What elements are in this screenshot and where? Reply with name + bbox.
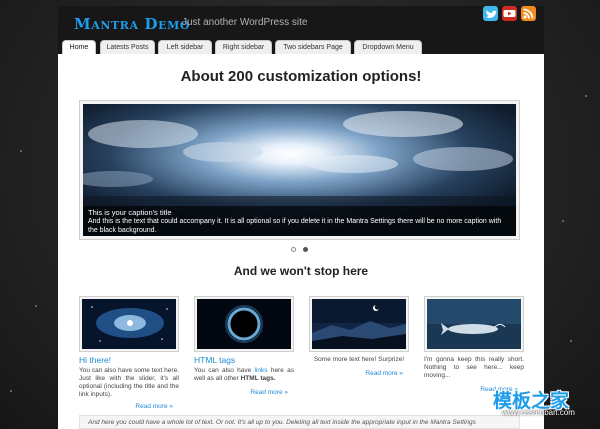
feature-column-4: I'm gonna keep this really short. Nothin… — [424, 296, 524, 394]
site-tagline: Just another WordPress site — [182, 17, 308, 28]
background-dot — [585, 95, 587, 97]
slider-frame: This is your caption's title And this is… — [83, 104, 516, 236]
column-text: You can also have links here as well as … — [194, 367, 294, 383]
nav-item-dropdown-menu[interactable]: Dropdown Menu — [354, 40, 422, 54]
site-title[interactable]: Mantra Demo — [74, 15, 190, 33]
column-thumbnail[interactable] — [424, 296, 524, 352]
rss-icon[interactable] — [521, 6, 536, 21]
background-dot — [35, 305, 37, 307]
background-dot — [562, 220, 564, 222]
inline-link[interactable]: links — [255, 367, 268, 374]
column-thumbnail[interactable] — [79, 296, 179, 352]
slider-dot-2[interactable] — [303, 247, 308, 252]
feature-column-1: Hi there! You can also have some text he… — [79, 296, 179, 411]
eclipse-image — [197, 299, 291, 349]
slider-caption: This is your caption's title And this is… — [83, 206, 516, 236]
galaxy-image — [82, 299, 176, 349]
bold-text: HTML tags. — [240, 375, 276, 382]
nav-item-right-sidebar[interactable]: Right sidebar — [215, 40, 272, 54]
page-heading: About 200 customization options! — [180, 68, 422, 85]
section-heading: And we won't stop here — [233, 264, 369, 278]
column-text: I'm gonna keep this really short. Nothin… — [424, 356, 524, 379]
image-slider[interactable]: This is your caption's title And this is… — [79, 100, 520, 240]
nav-item-latests-posts[interactable]: Latests Posts — [100, 40, 155, 54]
background-dot — [570, 340, 572, 342]
caption-title: This is your caption's title — [88, 208, 172, 217]
whale-image — [427, 299, 521, 349]
column-thumbnail[interactable] — [309, 296, 409, 352]
moon-landscape-image — [312, 299, 406, 349]
column-title[interactable]: HTML tags — [194, 355, 294, 366]
twitter-icon[interactable] — [483, 6, 498, 21]
background-dot — [10, 390, 12, 392]
column-text: You can also have some text here. Just l… — [79, 367, 179, 398]
column-text: Some more text here! Surprize! — [313, 356, 405, 363]
caption-text: And this is the text that could accompan… — [88, 218, 502, 234]
feature-column-3: Some more text here! Surprize! Read more… — [309, 296, 409, 378]
column-thumbnail[interactable] — [194, 296, 294, 352]
background-dot — [20, 150, 22, 152]
read-more-link[interactable]: Read more » — [194, 389, 294, 397]
column-title[interactable]: Hi there! — [79, 355, 179, 366]
nav-item-home[interactable]: Home — [62, 40, 96, 54]
read-more-link[interactable]: Read more » — [309, 370, 409, 378]
nav-item-left-sidebar[interactable]: Left sidebar — [158, 40, 212, 54]
watermark-url: www.cssmoban.com — [502, 408, 575, 417]
feature-column-2: HTML tags You can also have links here a… — [194, 296, 294, 397]
youtube-icon[interactable] — [502, 6, 517, 21]
bottom-text-box: And here you could have a whole lot of t… — [79, 415, 520, 429]
slider-dot-1[interactable] — [291, 247, 296, 252]
read-more-link[interactable]: Read more » — [79, 403, 179, 411]
nav-item-two-sidebars-page[interactable]: Two sidebars Page — [275, 40, 351, 54]
column-text-part: You can also have — [194, 367, 255, 374]
page-content: About 200 customization options! This is… — [58, 54, 544, 429]
main-navigation: Home Latests Posts Left sidebar Right si… — [58, 40, 544, 54]
